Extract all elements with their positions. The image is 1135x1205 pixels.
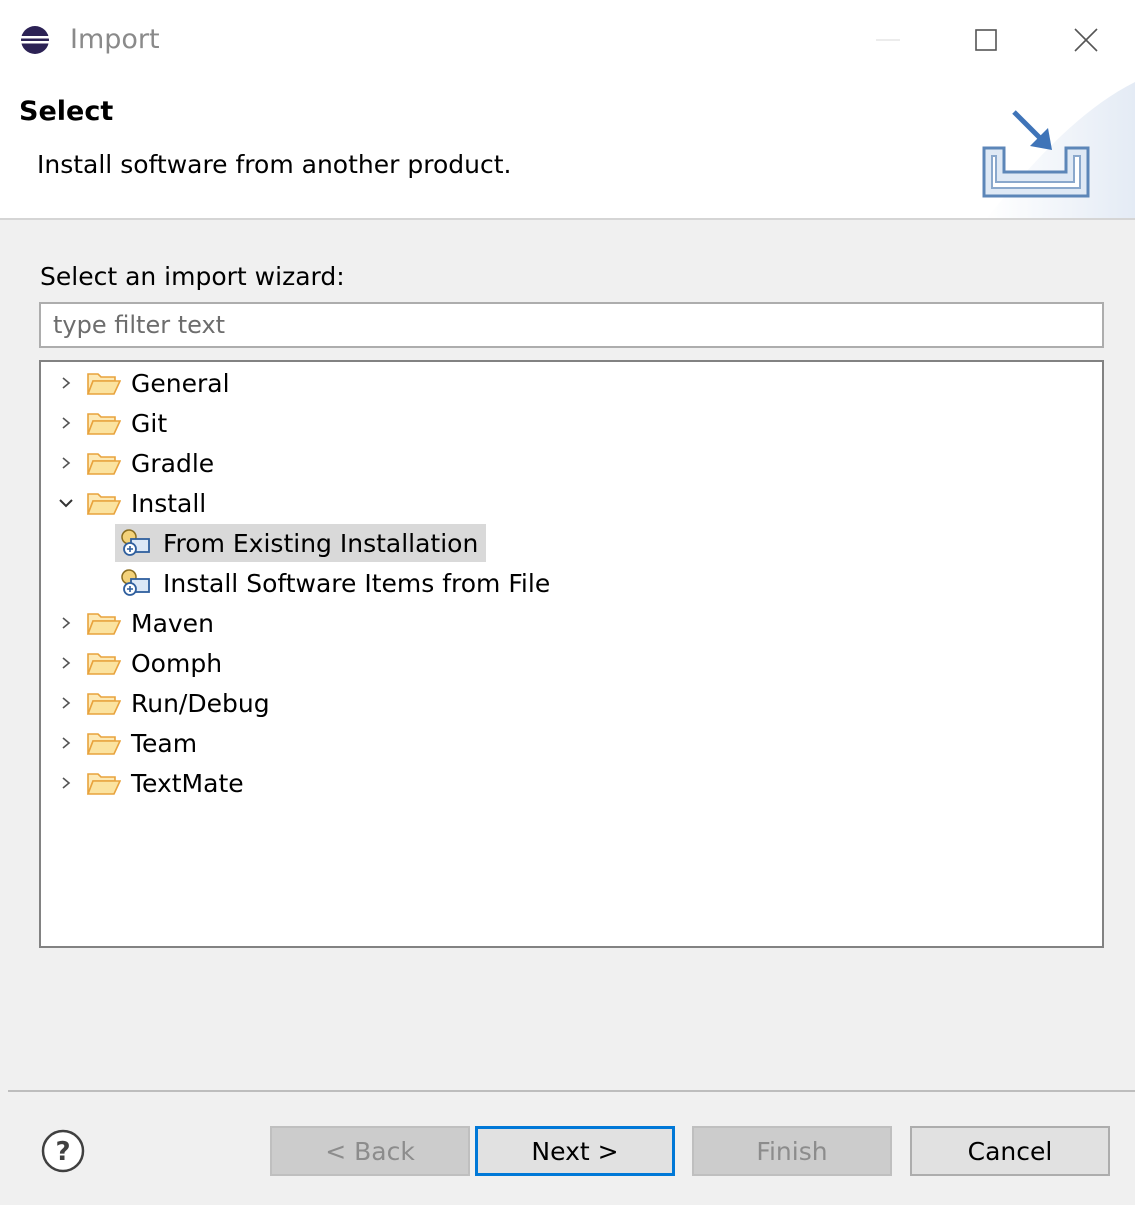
chevron-right-icon[interactable] [53,444,79,482]
tree-item-label: Gradle [131,448,215,478]
folder-icon [87,448,123,478]
tree-item-oomph[interactable]: Oomph [53,644,222,682]
tree-item-from-existing-installation[interactable]: From Existing Installation [115,524,487,562]
chevron-right-icon[interactable] [53,644,79,682]
window-title: Import [70,24,160,55]
tree-item-label: TextMate [131,768,244,798]
chevron-right-icon[interactable] [53,764,79,802]
folder-icon [87,688,123,718]
chevron-right-icon[interactable] [53,364,79,402]
close-button[interactable] [1058,14,1114,66]
tree-item-label: Oomph [131,648,223,678]
filter-input[interactable] [39,302,1104,348]
folder-icon [87,408,123,438]
finish-button[interactable]: Finish [692,1126,892,1176]
tree-item-label: Maven [131,608,214,638]
tree-item-install[interactable]: Install [53,484,206,522]
cancel-button[interactable]: Cancel [910,1126,1110,1176]
svg-text:?: ? [55,1137,70,1167]
footer-divider [8,1090,1135,1092]
tree-item-label: From Existing Installation [163,528,479,558]
import-wizard-icon [982,110,1090,198]
tree-item-git[interactable]: Git [53,404,167,442]
chevron-right-icon[interactable] [53,404,79,442]
page-title: Select [19,96,114,127]
help-icon[interactable]: ? [40,1128,86,1174]
minimize-icon [876,39,900,41]
wizard-header: Select Install software from another pro… [0,82,1135,220]
chevron-down-icon[interactable] [53,484,79,522]
tree-item-team[interactable]: Team [53,724,197,762]
minimize-button[interactable] [860,14,916,66]
tree-item-label: Install [131,488,207,518]
wizard-select-label: Select an import wizard: [40,262,345,291]
tree-item-label: Install Software Items from File [163,568,551,598]
tree-item-general[interactable]: General [53,364,230,402]
tree-item-textmate[interactable]: TextMate [53,764,244,802]
maximize-icon [975,29,997,51]
close-icon [1074,28,1098,52]
tree-item-run-debug[interactable]: Run/Debug [53,684,270,722]
folder-icon [87,648,123,678]
folder-icon [87,728,123,758]
maximize-button[interactable] [958,14,1014,66]
chevron-right-icon[interactable] [53,724,79,762]
tree-item-install-software-items-from-file[interactable]: Install Software Items from File [115,564,550,602]
tree-item-label: Run/Debug [131,688,270,718]
tree-item-label: Git [131,408,168,438]
install-wizard-icon [119,567,155,599]
wizard-body: Select an import wizard: General Git Gradl… [0,220,1135,1205]
tree-item-maven[interactable]: Maven [53,604,214,642]
folder-icon [87,608,123,638]
folder-icon [87,768,123,798]
folder-icon [87,488,123,518]
chevron-right-icon[interactable] [53,604,79,642]
tree-item-gradle[interactable]: Gradle [53,444,214,482]
page-description: Install software from another product. [37,150,512,179]
title-bar: Import [0,0,1135,82]
back-button[interactable]: < Back [270,1126,470,1176]
wizard-tree[interactable]: General Git Gradle Install From Existing Ins… [39,360,1104,948]
eclipse-icon [21,26,49,54]
tree-item-label: General [131,368,230,398]
tree-item-label: Team [131,728,198,758]
install-wizard-icon [119,527,155,559]
next-button[interactable]: Next > [475,1126,675,1176]
folder-icon [87,368,123,398]
chevron-right-icon[interactable] [53,684,79,722]
